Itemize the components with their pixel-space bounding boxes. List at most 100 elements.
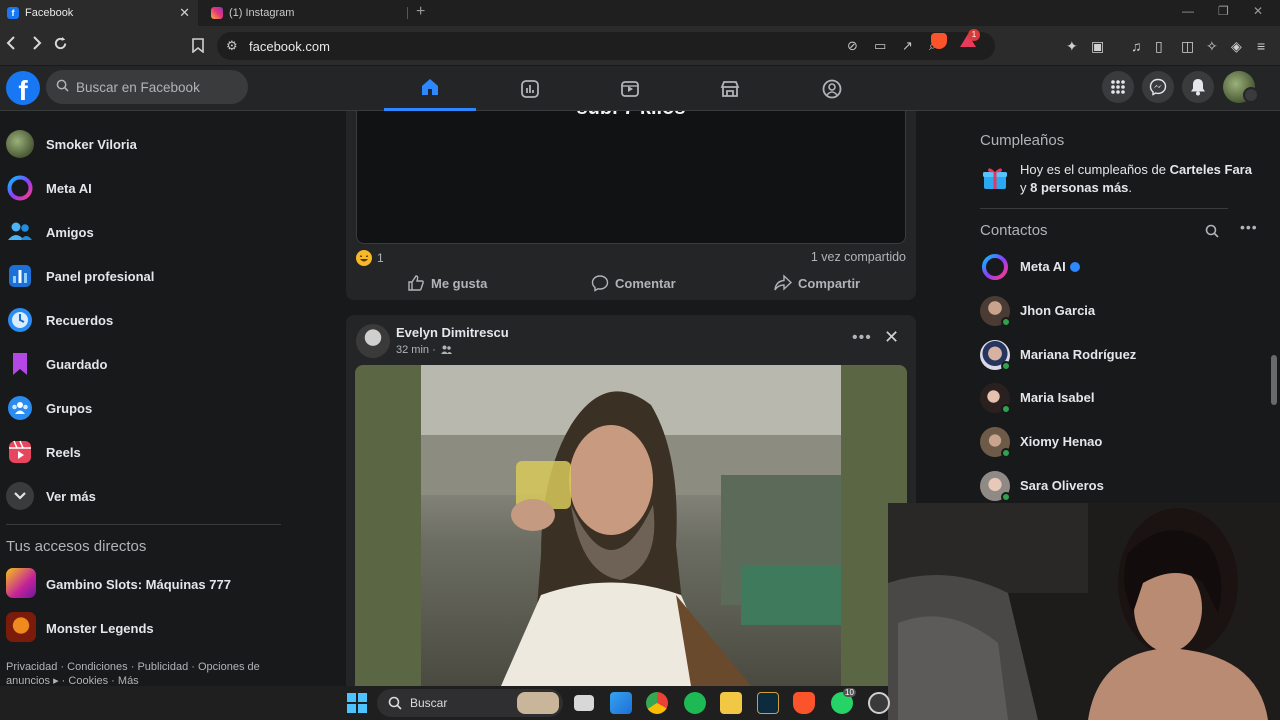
sidebar-item-meta-ai[interactable]: Meta AI (0, 168, 282, 212)
app-icon[interactable] (868, 692, 890, 714)
sidebar-item-label: Recuerdos (46, 313, 114, 328)
sidebar-item-memories[interactable]: Recuerdos (0, 300, 282, 344)
close-tab-icon[interactable]: ✕ (179, 5, 190, 21)
contact-name: Maria Isabel (1020, 390, 1095, 405)
share-count[interactable]: 1 vez compartido (811, 250, 906, 264)
league-of-legends-icon[interactable] (757, 692, 779, 714)
tab-home[interactable] (384, 66, 476, 111)
cast-icon[interactable]: ▭ (874, 38, 886, 54)
url-bar[interactable]: ⚙ facebook.com ⊘ ▭ ↗ ⌕ (217, 32, 995, 60)
shortcuts-heading: Tus accesos directos (6, 538, 147, 555)
menu-icon[interactable]: ≡ (1257, 38, 1265, 54)
notifications-button[interactable] (1182, 71, 1214, 103)
search-contacts-icon[interactable] (1205, 224, 1219, 238)
online-status-icon (1001, 492, 1011, 502)
post-author[interactable]: Evelyn Dimitrescu (396, 325, 509, 340)
reaction-summary[interactable]: 1 1 vez compartido (356, 248, 906, 268)
facebook-favicon-icon: f (7, 7, 19, 19)
new-tab-button[interactable]: + (416, 3, 425, 21)
sidebar-item-professional-dashboard[interactable]: Panel profesional (0, 256, 282, 300)
sidebar-item-profile[interactable]: Smoker Viloria (0, 124, 282, 168)
dashboard-icon (521, 79, 539, 98)
menu-grid-button[interactable] (1102, 71, 1134, 103)
contact-item[interactable]: Xiomy Henao (980, 425, 1240, 461)
site-settings-icon[interactable]: ⚙ (226, 38, 238, 54)
post-video[interactable]: subí 7 kilos (356, 111, 906, 244)
avatar (980, 340, 1011, 371)
leo-ai-icon[interactable]: ✧ (1206, 38, 1218, 55)
birthday-end: . (1128, 180, 1133, 195)
tab-instagram[interactable]: (1) Instagram (203, 0, 408, 26)
forward-icon[interactable] (30, 36, 42, 50)
tab-marketplace[interactable] (684, 66, 776, 111)
task-view-icon[interactable] (574, 695, 594, 711)
tab-dashboard[interactable] (484, 66, 576, 111)
shortcut-monster-legends[interactable]: Monster Legends (0, 608, 282, 652)
sidebar-item-reels[interactable]: Reels (0, 432, 282, 476)
reload-icon[interactable] (53, 36, 68, 51)
post-image[interactable] (355, 365, 907, 686)
footer-links[interactable]: Privacidad · Condiciones · Publicidad · … (6, 660, 276, 688)
meta-ai-icon (6, 174, 34, 202)
sidebar-item-see-more[interactable]: Ver más (0, 476, 282, 520)
sidebar-item-label: Amigos (46, 225, 94, 240)
extensions-icon[interactable]: ✦ (1066, 38, 1078, 55)
windows-start-icon[interactable] (347, 693, 367, 713)
minimize-icon[interactable]: — (1182, 4, 1194, 18)
contacts-options-icon[interactable]: ••• (1240, 219, 1258, 235)
share-page-icon[interactable]: ↗ (902, 38, 913, 54)
messenger-button[interactable] (1142, 71, 1174, 103)
window-close-icon[interactable]: ✕ (1253, 4, 1263, 18)
tab-facebook[interactable]: f Facebook ✕ (0, 0, 198, 26)
music-icon[interactable]: ♫ (1131, 38, 1142, 54)
webcam-overlay (888, 503, 1280, 720)
author-avatar[interactable] (356, 324, 390, 358)
post-time[interactable]: 32 min · (396, 344, 436, 356)
screenshot-icon[interactable]: ▣ (1091, 38, 1104, 55)
sidebar-item-friends[interactable]: Amigos (0, 212, 282, 256)
url-text[interactable]: facebook.com (249, 39, 330, 54)
spotify-icon[interactable] (684, 692, 706, 714)
more-options-icon[interactable]: ••• (852, 329, 872, 347)
shortcut-gambino-slots[interactable]: Gambino Slots: Máquinas 777 (0, 564, 282, 608)
tab-video[interactable] (584, 66, 676, 111)
back-icon[interactable] (6, 36, 18, 50)
search-field[interactable]: Buscar en Facebook (46, 70, 248, 104)
contact-item[interactable]: Meta AI (980, 250, 1240, 286)
like-button[interactable]: Me gusta (407, 274, 487, 292)
sidebar-item-saved[interactable]: Guardado (0, 344, 282, 388)
contact-item[interactable]: Sara Oliveros (980, 469, 1240, 505)
taskbar-search-label: Buscar (410, 696, 448, 710)
tab-groups[interactable] (786, 66, 878, 111)
contact-item[interactable]: Mariana Rodríguez (980, 338, 1240, 374)
profile-avatar[interactable] (1223, 71, 1259, 103)
file-explorer-icon[interactable] (720, 692, 742, 714)
facebook-logo-icon[interactable]: f (6, 71, 40, 105)
saved-icon (6, 350, 34, 378)
brave-shields-icon[interactable] (931, 33, 947, 49)
sidebar-divider (6, 524, 281, 525)
birthdays-heading: Cumpleaños (980, 132, 1065, 149)
page-scrollbar[interactable] (1271, 355, 1277, 405)
instagram-favicon-icon (211, 7, 223, 19)
taskbar-search[interactable]: Buscar (377, 689, 563, 717)
vpn-icon[interactable]: ◈ (1231, 38, 1242, 55)
chrome-icon[interactable] (646, 692, 668, 714)
windows-taskbar: Buscar 10 (0, 686, 890, 720)
restore-icon[interactable]: ❐ (1218, 4, 1229, 18)
tracking-off-icon[interactable]: ⊘ (847, 38, 858, 54)
monster-legends-icon (6, 612, 36, 642)
hide-post-icon[interactable]: ✕ (884, 327, 899, 348)
store-icon[interactable] (610, 692, 632, 714)
bookmark-icon[interactable] (192, 38, 204, 53)
left-sidebar: Smoker Viloria Meta AI Amigos Panel prof… (0, 111, 290, 688)
share-button[interactable]: Compartir (774, 274, 860, 292)
wallet-icon[interactable]: ◫ (1181, 38, 1194, 55)
contact-item[interactable]: Maria Isabel (980, 381, 1240, 417)
birthday-text[interactable]: Hoy es el cumpleaños de Carteles Fara y … (1020, 161, 1252, 197)
contact-item[interactable]: Jhon Garcia (980, 294, 1240, 330)
comment-button[interactable]: Comentar (591, 274, 676, 292)
sidebar-toggle-icon[interactable]: ▯ (1155, 38, 1163, 55)
sidebar-item-groups[interactable]: Grupos (0, 388, 282, 432)
brave-browser-icon[interactable] (793, 692, 815, 714)
